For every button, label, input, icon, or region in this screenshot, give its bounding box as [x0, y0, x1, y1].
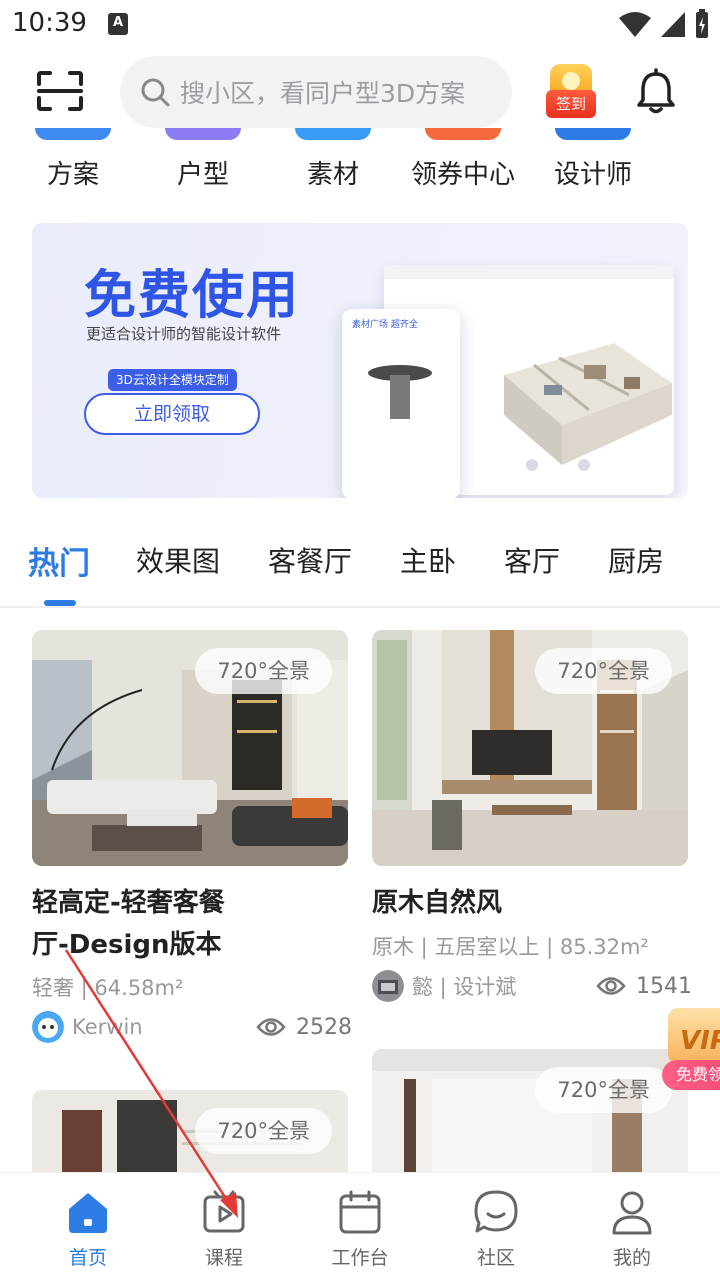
plan-icon [35, 128, 111, 140]
home-icon [69, 1193, 107, 1233]
card-2-meta: 原木 | 五居室以上 | 85.32m² [372, 935, 649, 959]
card-1-meta: 轻奢 | 64.58m² [32, 976, 184, 1000]
category-label: 素材 [306, 160, 359, 190]
status-time: 10:39 [12, 8, 87, 38]
tab-hot[interactable]: 热门 [28, 538, 90, 583]
card-1-author[interactable]: Kerwin [32, 1011, 143, 1043]
nav-workbench-label: 工作台 [331, 1247, 389, 1269]
user-icon [612, 1191, 652, 1235]
checkin-button[interactable]: 签到 [546, 64, 596, 120]
author-name: Kerwin [72, 1015, 143, 1039]
eye-icon [256, 1018, 286, 1036]
panorama-badge: 720°全景 [195, 648, 332, 694]
banner-cta-button[interactable]: 立即领取 [84, 393, 260, 435]
card-2-author[interactable]: 懿 | 设计斌 [372, 970, 516, 1002]
vip-badge: VIP [668, 1008, 720, 1064]
search-placeholder: 搜小区，看同户型3D方案 [180, 79, 466, 108]
card-2-image[interactable]: 720°全景 [372, 630, 688, 866]
coupon-icon [425, 128, 501, 140]
panorama-badge: 720°全景 [535, 1067, 672, 1113]
category-label: 领券中心 [410, 160, 515, 190]
category-floorplan[interactable]: 户型 [138, 128, 268, 198]
material-icon [295, 128, 371, 140]
card-1-title-line1: 轻高定-轻奢客餐 [32, 888, 225, 918]
card-1-views: 2528 [256, 1011, 352, 1043]
card-2-title[interactable]: 原木自然风 [372, 882, 688, 924]
category-label: 户型 [176, 160, 229, 190]
card-1-title[interactable]: 轻高定-轻奢客餐 厅-Design版本 [32, 882, 348, 966]
card-1-title-line2: 厅-Design版本 [32, 930, 222, 960]
view-count: 1541 [636, 973, 692, 999]
status-bar: 10:39 A [0, 0, 720, 50]
author-name: 懿 | 设计斌 [412, 975, 517, 999]
calendar-icon [339, 1190, 381, 1234]
bell-icon[interactable] [632, 68, 680, 116]
tab-kitchen[interactable]: 厨房 [608, 540, 664, 580]
banner-material-panel: 素材广场 超齐全 [342, 309, 460, 498]
panorama-badge: 720°全景 [535, 648, 672, 694]
banner-badge: 3D云设计全模块定制 [108, 369, 237, 391]
battery-icon [696, 9, 708, 38]
signal-icon [661, 12, 685, 37]
tab-master-bedroom[interactable]: 主卧 [400, 540, 456, 580]
search-icon [141, 78, 170, 107]
notification-icon: A [108, 13, 128, 35]
card-4-image[interactable]: 720°全景 [372, 1049, 688, 1172]
banner-title: 免费使用 [84, 266, 301, 326]
card-3-image[interactable]: 720°全景 [32, 1090, 348, 1172]
top-header: 搜小区，看同户型3D方案 签到 [0, 56, 720, 128]
bottom-nav: 首页 课程 工作台 社区 我的 [0, 1172, 720, 1280]
designer-icon [555, 128, 631, 140]
category-plan[interactable]: 方案 [8, 128, 138, 198]
chat-bubble-icon [474, 1190, 518, 1233]
status-icons [618, 8, 710, 40]
avatar [372, 970, 404, 1002]
card-1-image[interactable]: 720°全景 [32, 630, 348, 866]
banner-subtitle: 更适合设计师的智能设计软件 [86, 325, 282, 343]
tab-indicator [44, 600, 76, 606]
table-illustration [368, 365, 432, 419]
card-2-views: 1541 [596, 970, 692, 1002]
category-row: 方案 户型 素材 领券中心 设计师 [0, 128, 720, 198]
nav-home-label: 首页 [68, 1247, 107, 1269]
vip-free-tag: 免费领 [662, 1060, 720, 1090]
nav-profile[interactable]: 我的 [577, 1189, 687, 1273]
promo-banner[interactable]: 免费使用 更适合设计师的智能设计软件 立即领取 3D云设计全模块定制 素材广场 … [32, 223, 688, 498]
avatar [32, 1011, 64, 1043]
eye-icon [596, 977, 626, 995]
wifi-icon [619, 12, 651, 37]
banner-panel-title: 素材广场 超齐全 [352, 320, 418, 330]
nav-community[interactable]: 社区 [441, 1189, 551, 1273]
nav-courses-label: 课程 [204, 1247, 243, 1269]
view-count: 2528 [296, 1014, 352, 1040]
category-material[interactable]: 素材 [268, 128, 398, 198]
tab-renderings[interactable]: 效果图 [136, 540, 220, 580]
search-bar[interactable]: 搜小区，看同户型3D方案 [120, 56, 512, 128]
category-label: 设计师 [553, 160, 632, 190]
checkin-label: 签到 [546, 90, 596, 118]
category-tabs: 热门 效果图 客餐厅 主卧 客厅 厨房 [0, 530, 720, 608]
tab-living-dining[interactable]: 客餐厅 [268, 540, 352, 580]
scan-icon[interactable] [36, 70, 84, 112]
vip-promo-float[interactable]: VIP 免费领 [660, 1002, 720, 1098]
floorplan-icon [165, 128, 241, 140]
nav-workbench[interactable]: 工作台 [305, 1189, 415, 1273]
category-coupon-center[interactable]: 领券中心 [398, 128, 528, 198]
nav-home[interactable]: 首页 [33, 1189, 143, 1273]
nav-courses[interactable]: 课程 [169, 1189, 279, 1273]
panorama-badge: 720°全景 [195, 1108, 332, 1154]
video-course-icon [203, 1190, 245, 1233]
category-designer[interactable]: 设计师 [528, 128, 658, 198]
nav-profile-label: 我的 [612, 1247, 651, 1269]
tab-living-room[interactable]: 客厅 [504, 540, 560, 580]
category-label: 方案 [46, 160, 99, 190]
nav-community-label: 社区 [476, 1247, 515, 1269]
